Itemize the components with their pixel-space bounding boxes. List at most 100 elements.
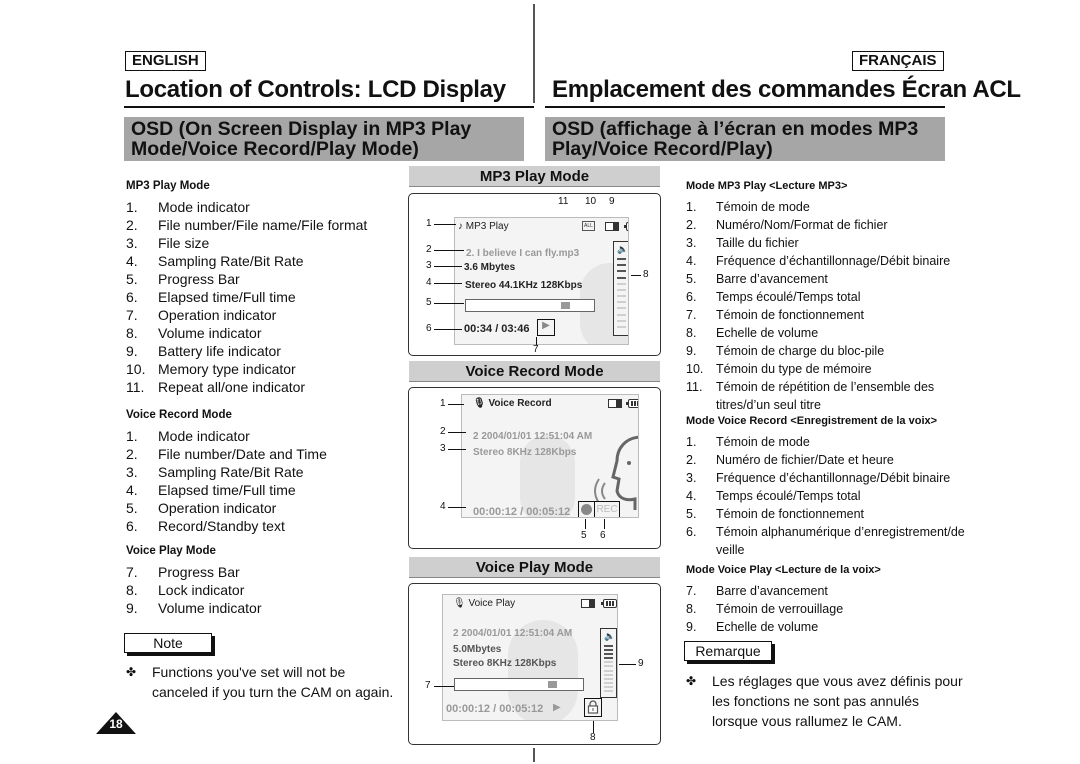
item-text: Témoin de verrouillage [716, 602, 844, 616]
leader-line [434, 686, 454, 687]
volume-bar [604, 661, 613, 663]
item-number: 5. [126, 500, 138, 516]
item-text: Taille du fichier [716, 236, 799, 250]
leader-line [604, 519, 605, 529]
record-dot-icon [581, 504, 592, 515]
volume-bar [604, 674, 613, 676]
item-text: Temps écoulé/Temps total [716, 290, 861, 304]
item-number: 4. [686, 254, 697, 268]
item-text: Témoin du type de mémoire [716, 362, 872, 376]
item-number: 10. [126, 361, 146, 377]
callout-1: 1 [440, 398, 446, 409]
list-item: 4. Sampling Rate/Bit Rate [126, 252, 406, 270]
play-icon: ▶ [553, 702, 561, 713]
item-number: 9. [686, 620, 697, 634]
item-text: Record/Standby text [158, 518, 285, 534]
item-text: Barre d’avancement [716, 272, 828, 286]
list-item: 6. Témoin alphanumérique d’enregistrement… [686, 523, 966, 559]
list-item: 11. Repeat all/one indicator [126, 378, 406, 396]
item-number: 10. [686, 362, 704, 376]
callout-8: 8 [643, 269, 649, 280]
microphone-icon: 🎙 [453, 598, 466, 609]
item-text: Elapsed time/Full time [158, 482, 296, 498]
note-bullet-english: ✤ Functions you've set will not be cance… [126, 662, 396, 702]
item-text: File number/File name/File format [158, 217, 368, 233]
lock-indicator [584, 698, 602, 717]
volume-bar [604, 649, 613, 651]
bullet-icon: ✤ [686, 674, 697, 688]
voice-play-diagram: 🎙 Voice Play 2 2004/01/01 12:51:04 AM 5.… [408, 583, 661, 745]
center-divider-bottom [533, 748, 535, 762]
list-item: 7. Barre d’avancement [686, 582, 966, 600]
callout-9: 9 [638, 658, 644, 669]
section-heading-french: OSD (affichage à l’écran en modes MP3 Pl… [545, 117, 945, 161]
battery-icon [601, 599, 617, 608]
volume-bar [604, 665, 613, 667]
list-heading: MP3 Play Mode [126, 180, 210, 192]
item-number: 4. [686, 489, 697, 503]
list-item: 9. Echelle de volume [686, 618, 966, 636]
callout-5: 5 [581, 530, 587, 541]
list-item: 3. Sampling Rate/Bit Rate [126, 463, 406, 481]
item-text: Repeat all/one indicator [158, 379, 306, 395]
callout-6: 6 [426, 323, 432, 334]
callout-4: 4 [440, 501, 446, 512]
item-text: Mode indicator [158, 428, 250, 444]
item-number: 4. [126, 482, 138, 498]
speaker-icon: 🔈 [617, 244, 629, 254]
language-tag-french: FRANÇAIS [852, 51, 944, 71]
page-title-french: Emplacement des commandes Écran ACL [552, 76, 1021, 103]
mp3-diagram-title: MP3 Play Mode [409, 166, 660, 187]
item-text: Echelle de volume [716, 326, 819, 340]
item-text: Progress Bar [158, 564, 240, 580]
item-number: 7. [126, 564, 138, 580]
list-item: 10. Memory type indicator [126, 360, 406, 378]
list-item: 8. Echelle de volume [686, 324, 966, 342]
elapsed-full-time: 00:34 / 03:46 [464, 323, 530, 335]
mode-label: MP3 Play [465, 221, 509, 232]
item-number: 5. [686, 272, 697, 286]
item-number: 3. [686, 471, 697, 485]
leader-line [434, 283, 462, 284]
item-number: 6. [686, 290, 697, 304]
item-text: Temps écoulé/Temps total [716, 489, 861, 503]
remarque-label: Remarque [684, 641, 772, 661]
callout-7: 7 [425, 680, 431, 691]
item-text: File number/Date and Time [158, 446, 327, 462]
note-bullet-french: ✤ Les réglages que vous avez définis pou… [686, 671, 966, 731]
speaking-head-icon [594, 435, 638, 510]
list-item: 3. Fréquence d’échantillonnage/Débit bina… [686, 469, 966, 487]
list-item: 3. Taille du fichier [686, 234, 966, 252]
item-text: Progress Bar [158, 271, 240, 287]
callout-3: 3 [440, 443, 446, 454]
leader-line [448, 507, 466, 508]
item-text: Témoin alphanumérique d’enregistrement/d… [716, 525, 965, 557]
item-number: 1. [126, 199, 138, 215]
volume-bar [617, 289, 626, 291]
list-item: 5. Témoin de fonctionnement [686, 505, 966, 523]
item-text: Fréquence d’échantillonnage/Débit binair… [716, 471, 951, 485]
mode-indicator: ♪ MP3 Play [458, 221, 509, 232]
list-item: 6. Temps écoulé/Temps total [686, 288, 966, 306]
french-mp3-list: Mode MP3 Play <Lecture MP3> 1. Témoin de … [686, 177, 966, 414]
french-voice-play-list: Mode Voice Play <Lecture de la voix> 7. B… [686, 561, 966, 636]
leader-line [434, 224, 456, 225]
item-number: 2. [686, 218, 697, 232]
item-number: 7. [126, 307, 138, 323]
volume-bar [617, 258, 626, 260]
callout-5: 5 [426, 297, 432, 308]
item-text: Témoin de fonctionnement [716, 308, 865, 322]
item-text: Lock indicator [158, 582, 245, 598]
callout-9: 9 [609, 196, 615, 207]
item-number: 1. [686, 435, 697, 449]
file-info: 2. I believe I can fly.mp3 [466, 248, 580, 259]
item-text: Barre d’avancement [716, 584, 828, 598]
elapsed-full-time: 00:00:12 / 00:05:12 [473, 506, 571, 518]
note-text: Les réglages que vous avez définis pour … [712, 673, 963, 729]
mode-label: Voice Record [488, 398, 552, 409]
callout-2: 2 [440, 426, 446, 437]
leader-line [585, 519, 586, 529]
item-number: 6. [126, 518, 138, 534]
page-title-english: Location of Controls: LCD Display [125, 76, 506, 103]
title-rule-english [124, 106, 534, 108]
